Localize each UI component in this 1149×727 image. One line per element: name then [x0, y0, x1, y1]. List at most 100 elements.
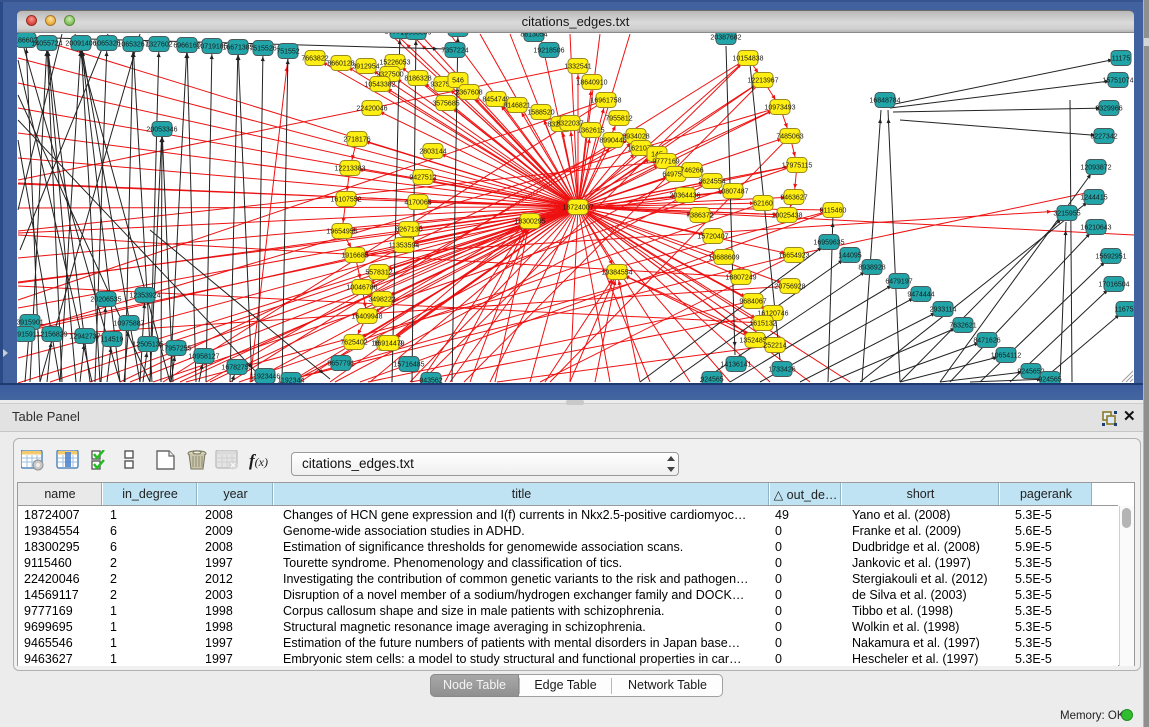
svg-text:9329966: 9329966 [1095, 106, 1122, 113]
svg-text:15751074: 15751074 [1102, 78, 1133, 85]
svg-text:746266: 746266 [680, 168, 703, 175]
svg-text:16053809: 16053809 [400, 33, 431, 37]
svg-text:16782759: 16782759 [221, 365, 252, 372]
svg-text:9463627: 9463627 [780, 195, 807, 202]
svg-text:9684067: 9684067 [739, 299, 766, 306]
svg-text:3915901: 3915901 [17, 320, 44, 327]
svg-text:19384554: 19384554 [601, 270, 632, 277]
svg-text:11353594: 11353594 [389, 243, 420, 250]
svg-text:1615132: 1615132 [749, 321, 776, 328]
svg-text:2933114: 2933114 [930, 307, 957, 314]
svg-text:114519: 114519 [101, 337, 124, 344]
svg-text:9777169: 9777169 [652, 159, 679, 166]
svg-text:10046786: 10046786 [346, 285, 377, 292]
svg-text:7632621: 7632621 [949, 323, 976, 330]
svg-text:18807249: 18807249 [725, 275, 756, 282]
svg-text:20364436: 20364436 [669, 193, 700, 200]
svg-text:2718176: 2718176 [343, 137, 370, 144]
svg-text:1362615: 1362615 [577, 128, 604, 135]
svg-text:9427512: 9427512 [409, 175, 436, 182]
svg-text:943562: 943562 [419, 378, 442, 384]
svg-text:1588520: 1588520 [527, 110, 554, 117]
svg-text:12213967: 12213967 [747, 78, 778, 85]
svg-text:6479197: 6479197 [885, 279, 912, 286]
svg-text:3215955: 3215955 [1053, 211, 1080, 218]
svg-text:15692951: 15692951 [1095, 254, 1126, 261]
svg-text:15226053: 15226053 [379, 60, 410, 67]
svg-text:1733426: 1733426 [768, 367, 795, 374]
svg-text:8267130: 8267130 [395, 227, 422, 234]
svg-text:16959635: 16959635 [813, 240, 844, 247]
svg-text:20053346: 20053346 [146, 127, 177, 134]
svg-text:15720407: 15720407 [697, 234, 728, 241]
svg-text:144095: 144095 [838, 253, 861, 260]
svg-text:10807487: 10807487 [717, 189, 748, 196]
svg-text:16210643: 16210643 [1080, 225, 1111, 232]
svg-text:20091406: 20091406 [65, 41, 96, 48]
svg-text:9474444: 9474444 [907, 292, 934, 299]
svg-text:3498222: 3498222 [368, 297, 395, 304]
svg-text:10154838: 10154838 [732, 56, 763, 63]
svg-text:1916685: 1916685 [341, 253, 368, 260]
svg-text:19218506: 19218506 [533, 48, 564, 55]
svg-text:10973493: 10973493 [764, 105, 795, 112]
svg-text:751552: 751552 [276, 49, 299, 56]
svg-text:391591: 391591 [17, 332, 37, 339]
svg-text:10688609: 10688609 [708, 255, 739, 262]
svg-text:924565: 924565 [700, 377, 723, 384]
svg-text:8322037: 8322037 [556, 121, 583, 128]
svg-text:10654112: 10654112 [991, 353, 1022, 360]
svg-text:15716485: 15716485 [393, 362, 424, 369]
svg-text:7386372: 7386372 [686, 213, 713, 220]
svg-text:252214: 252214 [763, 343, 786, 350]
svg-text:17016504: 17016504 [1098, 282, 1129, 289]
svg-text:1244415: 1244415 [1080, 195, 1107, 202]
svg-text:9227342: 9227342 [1090, 134, 1117, 141]
svg-text:8938928: 8938928 [858, 265, 885, 272]
svg-text:10543382: 10543382 [364, 82, 395, 89]
svg-text:11923446: 11923446 [250, 374, 281, 381]
svg-text:16409948: 16409948 [351, 314, 382, 321]
svg-text:2803144: 2803144 [419, 149, 446, 156]
svg-text:16961758: 16961758 [590, 98, 621, 105]
svg-text:1192344: 1192344 [278, 378, 305, 384]
svg-text:9146821: 9146821 [503, 103, 530, 110]
svg-text:8186328: 8186328 [404, 76, 431, 83]
svg-text:12093872: 12093872 [1080, 165, 1111, 172]
svg-text:20206535: 20206535 [90, 297, 121, 304]
svg-text:5578312: 5578312 [365, 270, 392, 277]
svg-text:12942737: 12942737 [69, 334, 100, 341]
svg-text:12213383: 12213383 [334, 166, 365, 173]
svg-text:924565: 924565 [1038, 377, 1061, 384]
svg-text:8660128: 8660128 [327, 61, 354, 68]
svg-text:7955812: 7955812 [605, 116, 632, 123]
svg-text:7663822: 7663822 [301, 56, 328, 63]
svg-text:12353924: 12353924 [129, 293, 160, 300]
svg-text:22420046: 22420046 [356, 106, 387, 113]
svg-text:16914479: 16914479 [373, 341, 404, 348]
svg-text:10958127: 10958127 [188, 354, 219, 361]
svg-text:116753: 116753 [1115, 307, 1134, 314]
svg-text:9657791: 9657791 [327, 361, 354, 368]
svg-text:7515526: 7515526 [249, 46, 276, 53]
svg-text:3575685: 3575685 [432, 101, 459, 108]
svg-text:20387682: 20387682 [710, 35, 741, 42]
svg-text:10025438: 10025438 [771, 213, 802, 220]
svg-text:16107552: 16107552 [330, 197, 361, 204]
svg-text:16654923: 16654923 [778, 253, 809, 260]
svg-text:12505135: 12505135 [132, 342, 163, 349]
svg-text:7357224: 7357224 [441, 48, 468, 55]
svg-text:14136141: 14136141 [720, 362, 751, 369]
svg-text:2367608: 2367608 [455, 90, 482, 97]
svg-text:18724007: 18724007 [562, 205, 593, 212]
svg-text:8471626: 8471626 [973, 338, 1000, 345]
svg-text:12156829: 12156829 [36, 332, 67, 339]
svg-text:7625402: 7625402 [340, 340, 367, 347]
svg-text:7485063: 7485063 [776, 134, 803, 141]
svg-text:1327602: 1327602 [145, 42, 172, 49]
svg-text:19654955: 19654955 [326, 229, 357, 236]
svg-text:9934028: 9934028 [622, 134, 649, 141]
svg-text:10975887: 10975887 [113, 321, 144, 328]
svg-text:18300295: 18300295 [514, 219, 545, 226]
svg-text:8813054: 8813054 [520, 33, 547, 39]
